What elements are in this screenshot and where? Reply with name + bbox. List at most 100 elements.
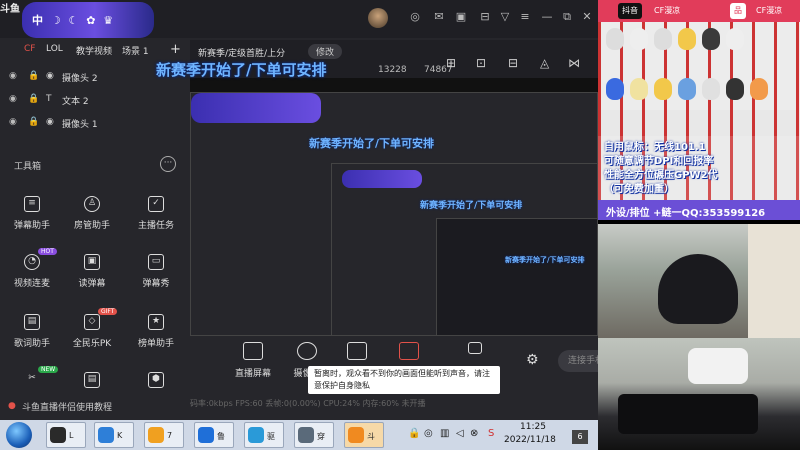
taskbar-item[interactable]: 鲁 [194, 422, 234, 448]
volume-icon[interactable]: ◁ [456, 428, 464, 439]
mic-icon: ◔ [24, 254, 40, 270]
camera-icon [297, 342, 317, 360]
lock-icon[interactable]: ⊡ [476, 56, 486, 70]
camera-type-icon: ◉ [46, 117, 54, 127]
event-banner[interactable]: 中 ☽ ☾ ✿ ♛ [22, 2, 154, 38]
gift-icon[interactable]: ⊟ [508, 56, 518, 70]
tool-video-link[interactable]: HOT ◔ 视频连麦 [4, 248, 60, 294]
lyrics-icon: ▤ [24, 314, 40, 330]
app-icon [98, 427, 114, 443]
lock-icon[interactable]: 🔒 [28, 117, 39, 127]
share-node-icon[interactable]: ⋈ [568, 56, 580, 70]
door [748, 224, 800, 338]
stream-preview[interactable]: 新赛季/定级首胜/上分 修改 13228 74867 ⊞ ⊡ ⊟ ◬ ⋈ 新赛季… [190, 40, 598, 336]
edit-title-button[interactable]: 修改 [308, 44, 343, 59]
screen-icon [243, 342, 263, 360]
privacy-tooltip: 暂离时，观众看不到你的画面但能听到声音，请注意保护自身隐私 [308, 366, 500, 394]
task-icon: ✓ [148, 196, 164, 212]
input-method-icon[interactable]: 🔒 [408, 428, 420, 439]
help-link[interactable]: ● 斗鱼直播伴侣使用教程 [0, 396, 190, 416]
s-icon[interactable]: S [488, 428, 494, 439]
mail-icon[interactable]: ✉ [432, 10, 446, 24]
tab-lol[interactable]: LOL [46, 44, 63, 54]
gift-badge: GIFT [98, 308, 118, 315]
tool-lyrics[interactable]: ▤ 歌词助手 [4, 314, 60, 354]
sogou-icon[interactable]: ⊗ [470, 428, 478, 439]
share-icon[interactable]: ⊞ [446, 56, 456, 70]
taskbar-item[interactable]: 驱 [244, 422, 284, 448]
screen-source-button[interactable]: 直播屏幕 [228, 342, 278, 379]
contact-bar: 外设/排位 +鲢一QQ:353599126 [598, 200, 800, 220]
bell-icon[interactable]: ◬ [540, 56, 549, 70]
lock-icon[interactable]: 🔒 [28, 94, 39, 104]
tool-anchor-task[interactable]: ✓ 主播任务 [128, 196, 184, 236]
toolbox-label: 工具箱 [14, 162, 42, 172]
overlay-text: 新赛季开始了/下单可安排 [156, 61, 327, 79]
lock-icon[interactable]: 🔒 [28, 71, 39, 81]
taskbar-item[interactable]: 穿 [294, 422, 334, 448]
record-button[interactable] [450, 342, 500, 354]
record-icon [468, 342, 482, 354]
mouse-display-image [598, 22, 800, 110]
person-head [658, 254, 738, 324]
tool-ranking[interactable]: ★ 榜单助手 [128, 314, 184, 354]
tab-tutorial[interactable]: 教学视频 [76, 44, 112, 57]
taskbar-item[interactable]: L [46, 422, 86, 448]
promo-line: 可随意调节DPI和回报率 [604, 156, 714, 167]
platform-bar: 抖音 CF漫凉 品 CF漫凉 [598, 0, 800, 22]
pause-camera-button[interactable] [332, 342, 382, 360]
more-icon[interactable]: ··· [160, 156, 176, 172]
tool-read-danmu[interactable]: ▣ 读弹幕 [64, 254, 120, 294]
restore-icon[interactable]: ⧉ [560, 10, 574, 24]
menu-icon[interactable]: ≡ [518, 10, 532, 24]
mouse-device [688, 348, 748, 384]
close-icon[interactable]: ✕ [580, 10, 594, 24]
skin-icon[interactable]: ▽ [498, 10, 512, 24]
minimize-icon[interactable]: — [540, 10, 554, 24]
taskbar-item[interactable]: K [94, 422, 134, 448]
tool-pk[interactable]: GIFT ◇ 全民乐PK [64, 308, 120, 354]
settings-icon[interactable]: ⚙ [526, 352, 539, 368]
title-bar: 中 ☽ ☾ ✿ ♛ 斗鱼 ◎ ✉ ▣ ⊟ ▽ ≡ — ⧉ ✕ [0, 0, 598, 38]
app-icon [198, 427, 214, 443]
taskbar-item-active[interactable]: 斗 [344, 422, 384, 448]
mute-button[interactable] [384, 342, 434, 360]
network-icon[interactable]: ▥ [440, 428, 449, 439]
tv-icon: ▭ [148, 254, 164, 270]
eye-icon[interactable]: ◉ [9, 71, 17, 81]
app-logo: 斗鱼 [0, 4, 20, 15]
layout-icon[interactable]: ⊟ [478, 10, 492, 24]
start-button[interactable] [6, 422, 32, 448]
platform-label: CF漫凉 [654, 6, 681, 15]
tab-cf[interactable]: CF [24, 44, 35, 54]
nested-capture-3: 新赛季开始了/下单可安排 [436, 218, 597, 335]
tool-danmu-show[interactable]: ▭ 弹幕秀 [128, 254, 184, 294]
viewer-count: 13228 [378, 65, 407, 75]
source-item[interactable]: ◉ 🔒 ◉ 摄像头 1 [0, 112, 190, 134]
doc-icon: ▤ [84, 372, 100, 388]
text-type-icon: T [46, 94, 52, 104]
douyu-streaming-app: 中 ☽ ☾ ✿ ♛ 斗鱼 ◎ ✉ ▣ ⊟ ▽ ≡ — ⧉ ✕ CF LOL 教学… [0, 0, 638, 420]
banner-text: 中 ☽ ☾ ✿ ♛ [32, 14, 116, 27]
clock-date[interactable]: 2022/11/18 [504, 435, 556, 445]
qq-icon[interactable]: ◎ [424, 428, 433, 439]
tool-room-manager[interactable]: ♙ 房管助手 [64, 196, 120, 236]
windows-taskbar: L K 7 鲁 驱 穿 斗 🔒 ◎ ▥ ◁ ⊗ S 11:25 2022/11/… [0, 420, 598, 450]
headset-icon[interactable]: ◎ [408, 10, 422, 24]
avatar[interactable] [368, 8, 388, 28]
clock-time[interactable]: 11:25 [520, 422, 546, 432]
tab-scene-1[interactable]: 场景 1 [122, 44, 149, 57]
app-icon [298, 427, 314, 443]
add-scene-icon[interactable]: + [170, 42, 181, 57]
new-badge: NEW [38, 366, 59, 373]
eye-icon[interactable]: ◉ [9, 117, 17, 127]
notification-badge[interactable]: 6 [572, 430, 588, 444]
source-item[interactable]: ◉ 🔒 T 文本 2 [0, 89, 190, 111]
eye-icon[interactable]: ◉ [9, 94, 17, 104]
tool-danmu-helper[interactable]: ≡ 弹幕助手 [4, 196, 60, 236]
notice-icon[interactable]: ▣ [454, 10, 468, 24]
nested-overlay-text: 新赛季开始了/下单可安排 [309, 137, 435, 150]
read-icon: ▣ [84, 254, 100, 270]
douyin-badge: 抖音 [618, 3, 642, 19]
taskbar-item[interactable]: 7 [144, 422, 184, 448]
